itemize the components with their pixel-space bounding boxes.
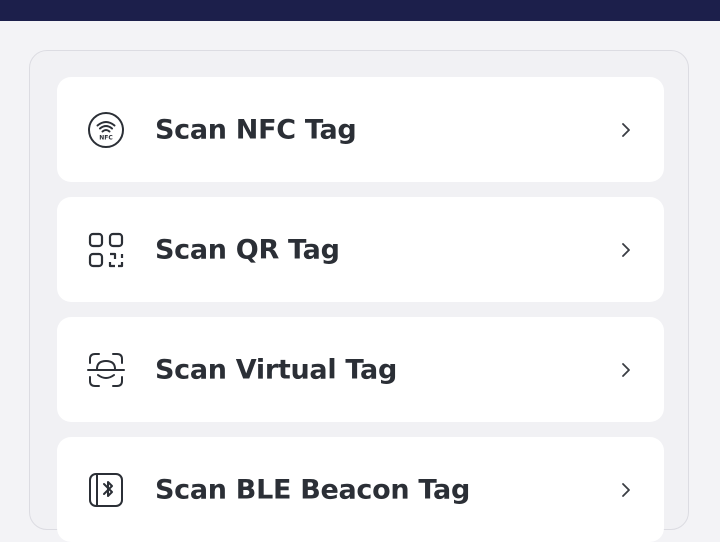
- chevron-right-icon: [620, 362, 632, 378]
- scan-virtual-tag-label: Scan Virtual Tag: [155, 354, 397, 385]
- svg-text:NFC: NFC: [99, 134, 113, 141]
- face-scan-icon: [87, 351, 125, 389]
- scan-qr-tag-label: Scan QR Tag: [155, 234, 340, 265]
- chevron-right-icon: [620, 482, 632, 498]
- chevron-right-icon: [620, 122, 632, 138]
- scan-virtual-tag-button[interactable]: Scan Virtual Tag: [57, 317, 664, 422]
- scan-options-panel: NFC Scan NFC Tag Scan QR Tag Scan Virtua…: [29, 50, 689, 542]
- scan-nfc-tag-label: Scan NFC Tag: [155, 114, 357, 145]
- scan-nfc-tag-button[interactable]: NFC Scan NFC Tag: [57, 77, 664, 182]
- scan-ble-beacon-tag-button[interactable]: Scan BLE Beacon Tag: [57, 437, 664, 542]
- bluetooth-beacon-icon: [87, 471, 125, 509]
- scan-qr-tag-button[interactable]: Scan QR Tag: [57, 197, 664, 302]
- top-app-bar: [0, 0, 720, 21]
- scan-ble-beacon-tag-label: Scan BLE Beacon Tag: [155, 474, 470, 505]
- qr-code-icon: [87, 231, 125, 269]
- nfc-icon: NFC: [87, 111, 125, 149]
- chevron-right-icon: [620, 242, 632, 258]
